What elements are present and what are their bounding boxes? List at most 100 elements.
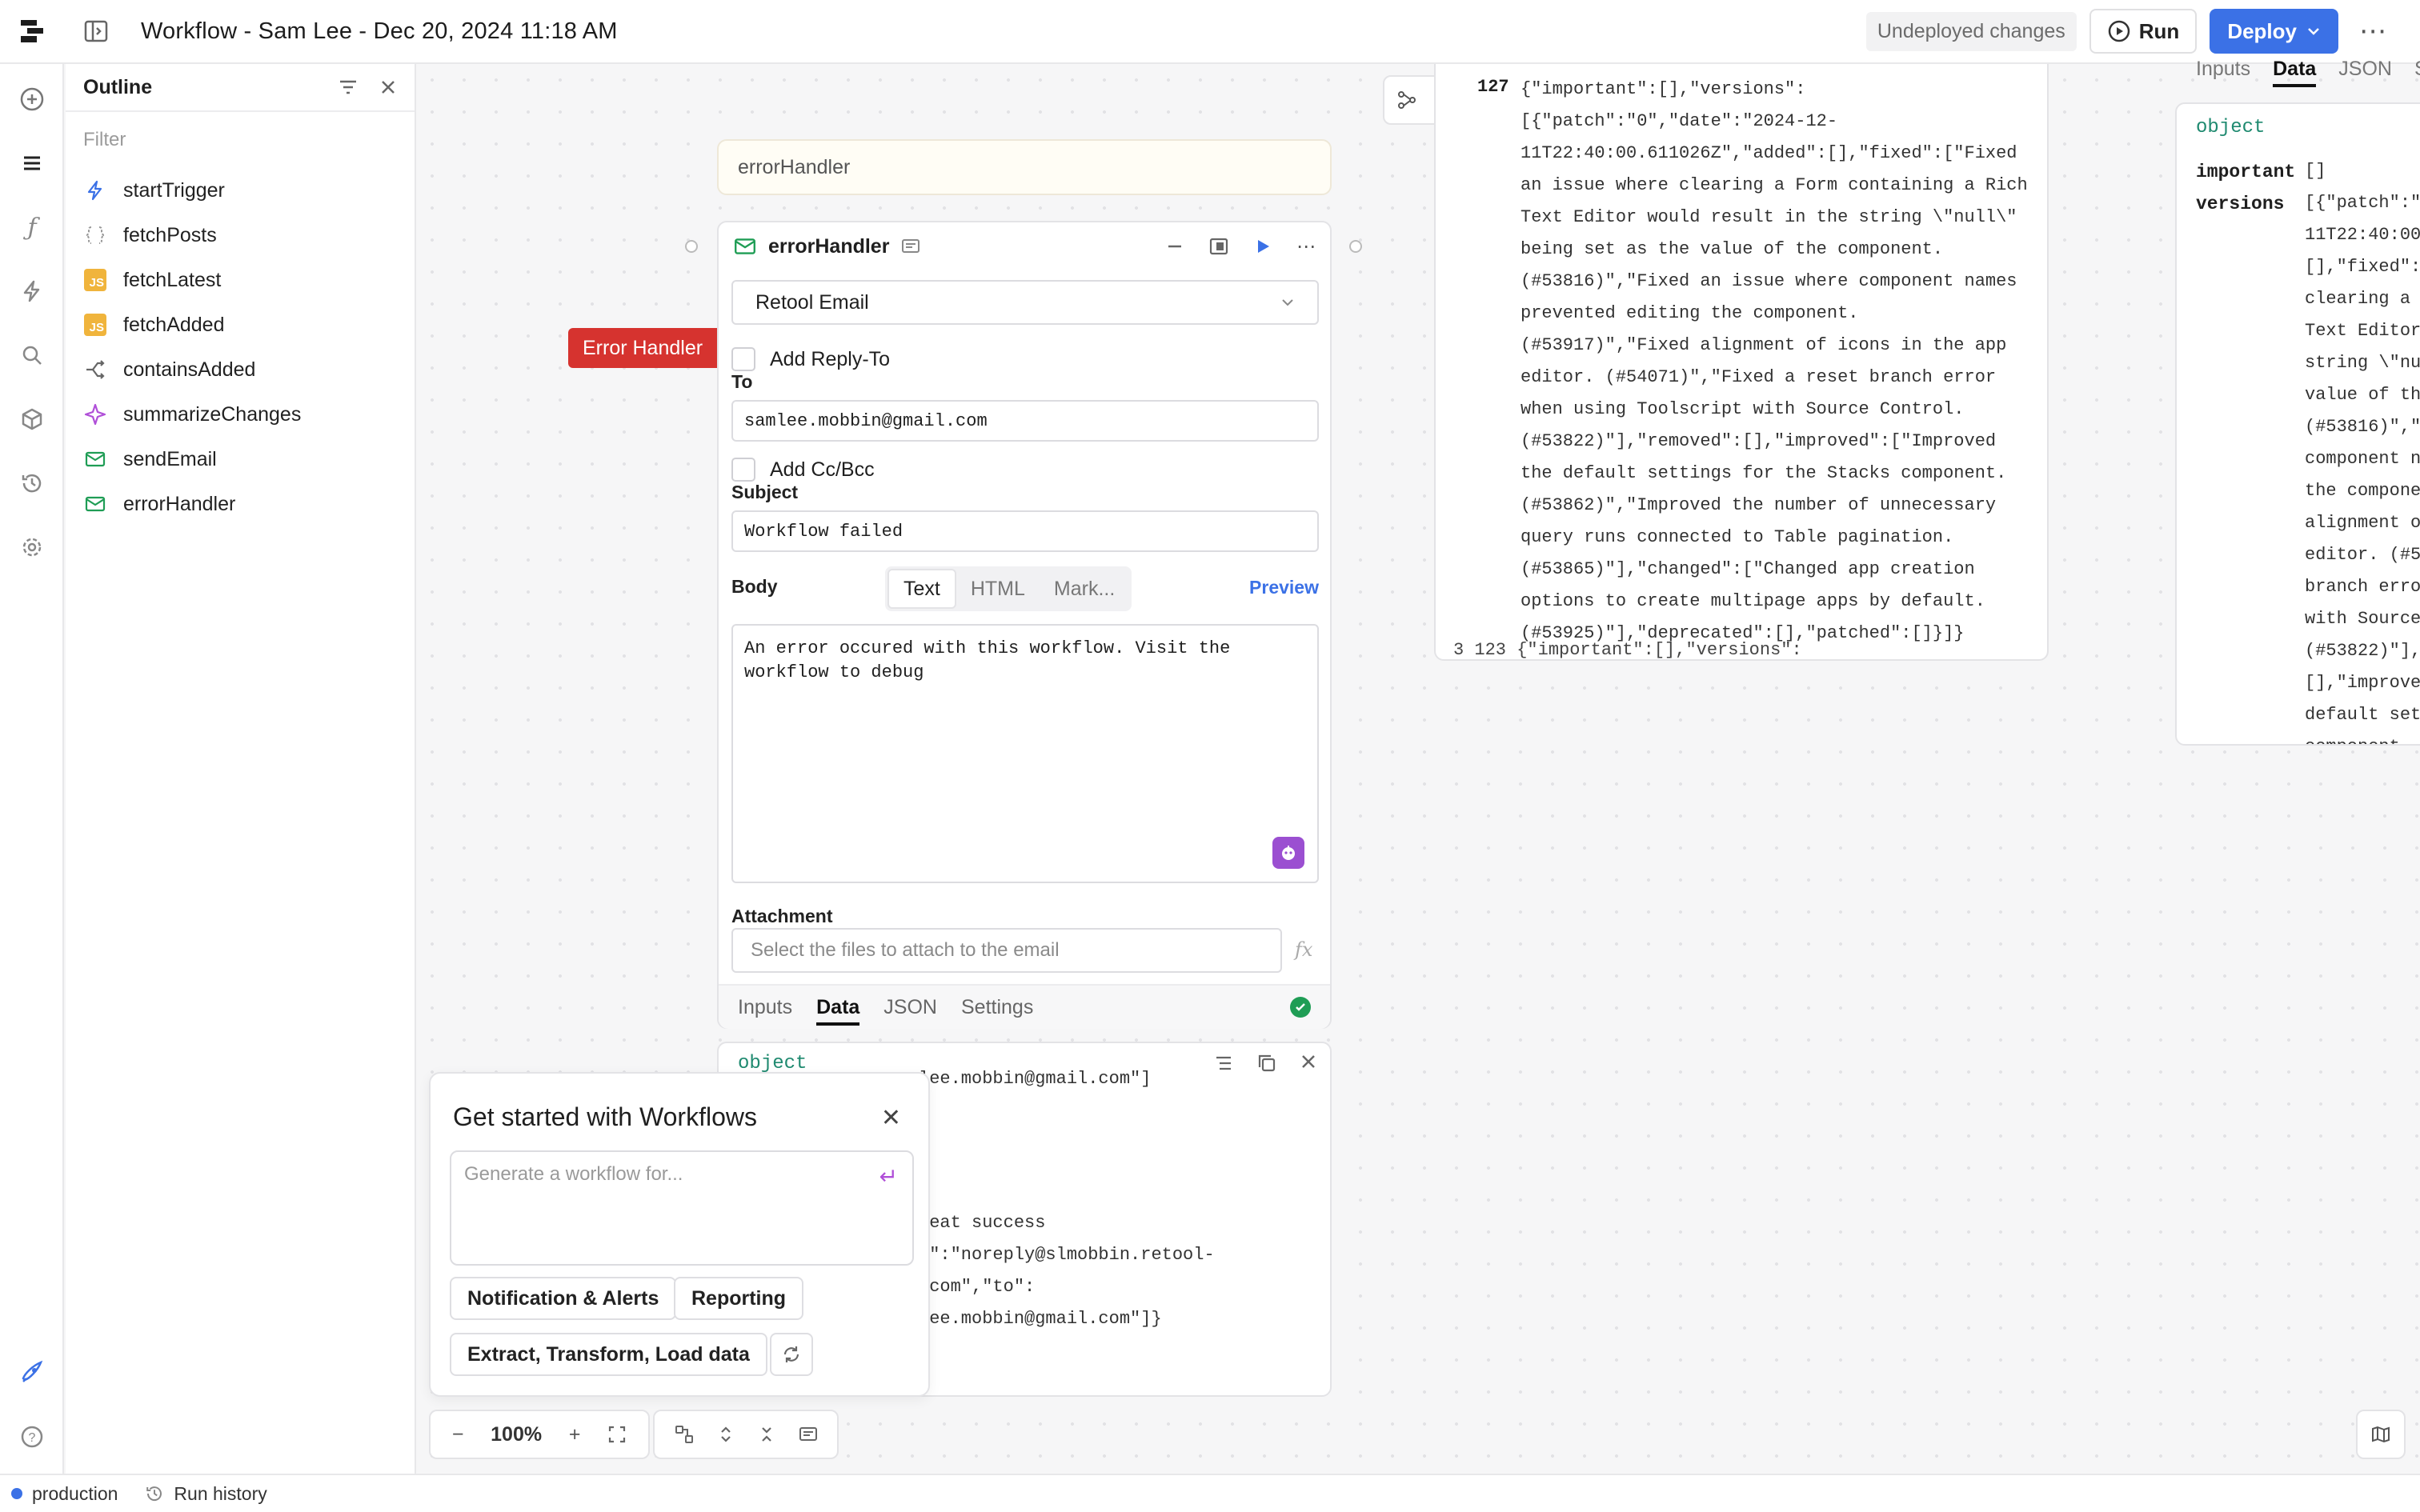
attachment-input[interactable]: Select the files to attach to the email — [731, 928, 1282, 973]
outline-item-label: fetchAdded — [123, 313, 225, 336]
expand-all-icon[interactable] — [716, 1425, 735, 1444]
functions-icon[interactable]: ƒ — [16, 211, 48, 243]
run-block-icon[interactable] — [1253, 237, 1272, 256]
important-key: important — [2196, 162, 2296, 182]
versions-key: versions — [2196, 194, 2285, 214]
collapse-list-icon[interactable] — [1213, 1053, 1234, 1074]
left-rail: ƒ ? — [0, 64, 64, 1474]
more-options-icon[interactable]: ⋯ — [2351, 15, 2396, 47]
settings-gear-icon[interactable] — [16, 531, 48, 563]
layout-icon[interactable] — [674, 1424, 695, 1445]
zoom-in-icon[interactable]: + — [569, 1423, 581, 1446]
js-badge: JS — [84, 269, 106, 291]
mail-icon — [735, 238, 755, 254]
rocket-icon[interactable] — [16, 1357, 48, 1389]
chip-etl[interactable]: Extract, Transform, Load data — [450, 1333, 767, 1376]
enter-icon[interactable]: ↵ — [879, 1163, 898, 1190]
tab-json[interactable]: JSON — [2338, 58, 2392, 87]
tab-inputs[interactable]: Inputs — [738, 996, 792, 1019]
refresh-icon[interactable] — [770, 1333, 813, 1376]
filter-icon[interactable] — [338, 77, 359, 98]
outline-item-sendemail[interactable]: sendEmail — [66, 437, 415, 482]
chevron-down-icon — [2308, 28, 2319, 35]
outline-item-label: startTrigger — [123, 178, 225, 202]
error-handler-tag[interactable]: Error Handler — [568, 328, 718, 368]
tab-text[interactable]: Text — [887, 569, 956, 609]
output-port[interactable] — [1349, 240, 1362, 253]
outline-item-fetchadded[interactable]: JS fetchAdded — [66, 302, 415, 347]
retool-logo-icon[interactable] — [0, 0, 64, 63]
outline-filter-input[interactable]: Filter — [66, 112, 415, 168]
outline-item-errorhandler[interactable]: errorHandler — [66, 482, 415, 526]
play-circle-icon — [2108, 20, 2130, 42]
copy-icon[interactable] — [1256, 1053, 1277, 1074]
expand-panel-icon[interactable] — [1208, 236, 1229, 257]
outline-item-fetchlatest[interactable]: JS fetchLatest — [66, 258, 415, 302]
zoom-out-icon[interactable]: − — [452, 1423, 464, 1446]
triggers-icon[interactable] — [16, 275, 48, 307]
comment-icon[interactable] — [900, 236, 921, 257]
outline-title: Outline — [83, 75, 153, 98]
to-field[interactable]: samlee.mobbin@gmail.com — [731, 400, 1319, 442]
chip-reporting[interactable]: Reporting — [674, 1277, 804, 1320]
add-cc-row[interactable]: Add Cc/Bcc — [731, 458, 875, 482]
run-button[interactable]: Run — [2089, 9, 2198, 54]
outline-header: Outline — [66, 64, 415, 112]
tab-data[interactable]: Data — [816, 990, 860, 1026]
preview-link[interactable]: Preview — [1249, 577, 1319, 598]
generate-workflow-input[interactable]: Generate a workflow for... ↵ — [450, 1150, 914, 1266]
close-icon[interactable] — [379, 78, 397, 96]
environment-selector[interactable]: production — [11, 1483, 118, 1505]
package-icon[interactable] — [16, 403, 48, 435]
tab-json[interactable]: JSON — [883, 996, 937, 1019]
input-port[interactable] — [685, 240, 698, 253]
deploy-button[interactable]: Deploy — [2210, 9, 2338, 54]
add-reply-to-row[interactable]: Add Reply-To — [731, 347, 890, 371]
important-value: [] — [2305, 161, 2326, 181]
resource-select[interactable]: Retool Email — [731, 280, 1319, 325]
run-history-link[interactable]: Run history — [145, 1483, 267, 1505]
outline-item-fetchposts[interactable]: fetchPosts — [66, 213, 415, 258]
minimap-icon[interactable] — [2356, 1410, 2406, 1459]
close-icon[interactable] — [1300, 1053, 1317, 1070]
minimize-icon[interactable] — [1165, 237, 1184, 256]
panel-toggle-icon[interactable] — [64, 0, 128, 63]
branch-icon — [83, 358, 107, 382]
subject-field[interactable]: Workflow failed — [731, 510, 1319, 552]
bolt-icon — [83, 178, 107, 202]
workflow-title[interactable]: Workflow - Sam Lee - Dec 20, 2024 11:18 … — [141, 18, 618, 45]
tab-data[interactable]: Data — [2273, 58, 2317, 87]
error-handler-group-title[interactable]: errorHandler — [717, 139, 1332, 195]
zoom-level[interactable]: 100% — [491, 1423, 542, 1446]
fit-screen-icon[interactable] — [607, 1425, 627, 1444]
add-icon[interactable] — [16, 83, 48, 115]
outline-item-starttrigger[interactable]: startTrigger — [66, 168, 415, 213]
comments-icon[interactable] — [798, 1424, 819, 1445]
close-icon[interactable]: ✕ — [881, 1104, 901, 1132]
fx-icon[interactable]: fx — [1295, 938, 1312, 961]
tab-markdown[interactable]: Mark... — [1040, 569, 1129, 609]
help-icon[interactable]: ? — [16, 1421, 48, 1453]
graph-view-icon[interactable] — [1396, 90, 1417, 110]
errorhandler-block: errorHandler ⋯ Retool Email Add Reply-To… — [717, 221, 1332, 1029]
bottom-bar: production Run history — [0, 1474, 2420, 1512]
tab-settings[interactable]: S — [2414, 58, 2420, 87]
outline-icon[interactable] — [16, 147, 48, 179]
add-cc-label: Add Cc/Bcc — [770, 458, 875, 481]
body-textarea[interactable]: An error occured with this workflow. Vis… — [731, 624, 1319, 883]
add-reply-to-checkbox[interactable] — [731, 347, 755, 371]
tab-inputs[interactable]: Inputs — [2196, 58, 2250, 87]
sparkle-icon — [83, 402, 107, 426]
ai-assist-icon[interactable] — [1272, 837, 1304, 869]
search-icon[interactable] — [16, 339, 48, 371]
block-name[interactable]: errorHandler — [768, 235, 889, 258]
history-icon[interactable] — [16, 467, 48, 499]
outline-item-containsadded[interactable]: containsAdded — [66, 347, 415, 392]
tab-html[interactable]: HTML — [956, 569, 1040, 609]
add-cc-checkbox[interactable] — [731, 458, 755, 482]
chip-notification-alerts[interactable]: Notification & Alerts — [450, 1277, 677, 1320]
tab-settings[interactable]: Settings — [961, 996, 1033, 1019]
block-more-icon[interactable]: ⋯ — [1296, 235, 1316, 258]
collapse-all-icon[interactable] — [757, 1425, 776, 1444]
outline-item-summarizechanges[interactable]: summarizeChanges — [66, 392, 415, 437]
